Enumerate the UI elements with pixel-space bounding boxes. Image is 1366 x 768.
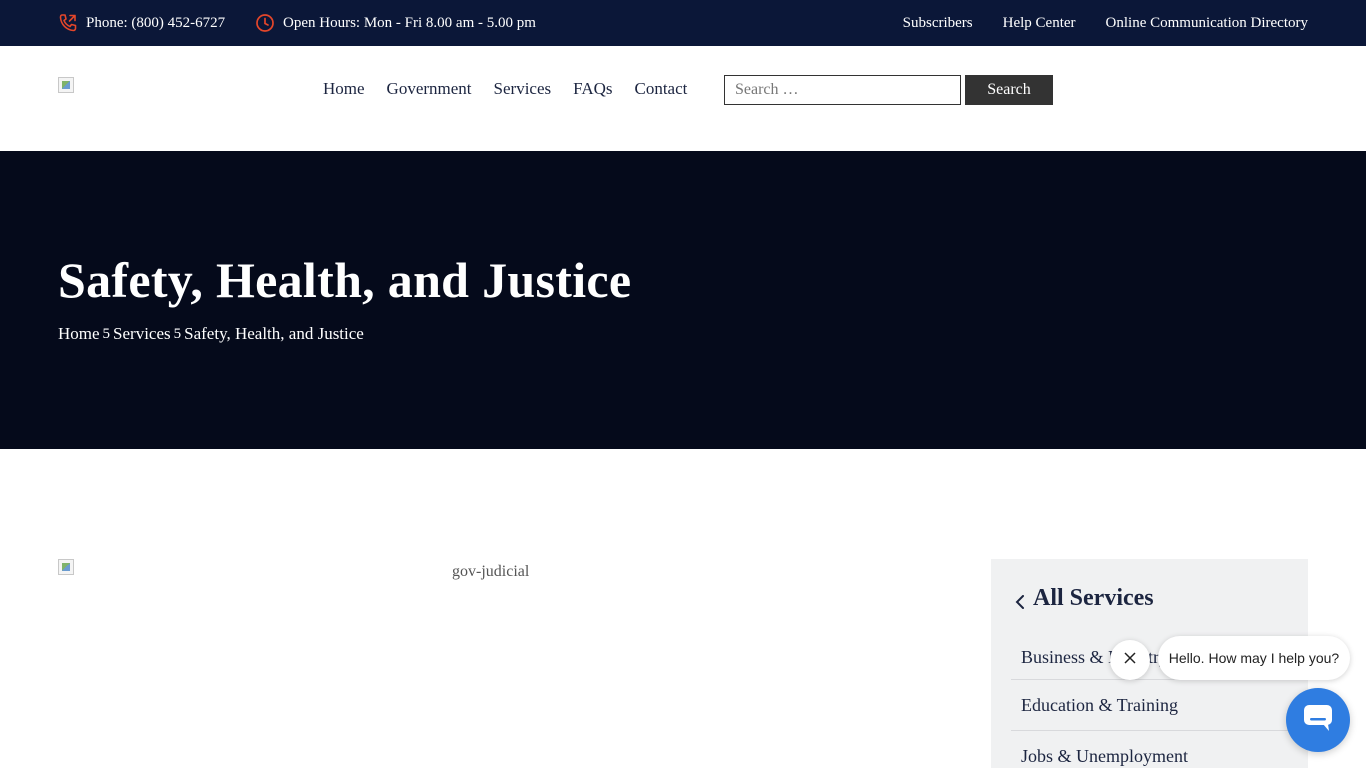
- nav-contact[interactable]: Contact: [635, 79, 688, 99]
- nav-government[interactable]: Government: [387, 79, 472, 99]
- breadcrumb-services[interactable]: Services: [113, 324, 171, 344]
- chevron-left-icon: [1015, 594, 1025, 609]
- site-header: Home Government Services FAQs Contact Se…: [0, 46, 1366, 151]
- subscribers-link[interactable]: Subscribers: [903, 15, 973, 32]
- site-logo[interactable]: [58, 77, 74, 93]
- sidebar-item-education[interactable]: Education & Training: [1011, 680, 1288, 731]
- help-center-link[interactable]: Help Center: [1003, 15, 1076, 32]
- nav-faqs[interactable]: FAQs: [573, 79, 612, 99]
- page-hero: Safety, Health, and Justice Home 5 Servi…: [0, 151, 1366, 449]
- nav-services[interactable]: Services: [494, 79, 552, 99]
- chat-close-button[interactable]: [1110, 640, 1150, 680]
- broken-image-icon: [58, 559, 74, 575]
- all-services-link[interactable]: All Services: [1015, 585, 1154, 612]
- chat-icon: [1303, 704, 1333, 737]
- image-alt-text: gov-judicial: [452, 563, 530, 580]
- breadcrumb-current: Safety, Health, and Justice: [184, 324, 364, 343]
- page-title: Safety, Health, and Justice: [58, 252, 632, 308]
- communication-directory-link[interactable]: Online Communication Directory: [1106, 15, 1308, 32]
- top-bar: Phone: (800) 452-6727 Open Hours: Mon - …: [0, 0, 1366, 46]
- hours-text: Open Hours: Mon - Fri 8.00 am - 5.00 pm: [283, 14, 536, 31]
- top-links: Subscribers Help Center Online Communica…: [903, 0, 1308, 46]
- breadcrumb-separator: 5: [102, 325, 111, 342]
- search-input[interactable]: [724, 75, 961, 105]
- phone-info: Phone: (800) 452-6727: [58, 0, 225, 46]
- phone-icon: [58, 13, 78, 33]
- phone-text: Phone: (800) 452-6727: [86, 14, 226, 31]
- chat-greeting[interactable]: Hello. How may I help you?: [1158, 636, 1350, 680]
- service-image: gov-judicial: [58, 559, 928, 768]
- main-nav: Home Government Services FAQs Contact: [323, 46, 687, 132]
- close-icon: [1124, 651, 1136, 669]
- chat-message: Hello. How may I help you?: [1168, 650, 1340, 666]
- nav-home[interactable]: Home: [323, 79, 365, 99]
- chat-launcher-button[interactable]: [1286, 688, 1350, 752]
- sidebar-title: All Services: [1033, 585, 1154, 611]
- search-button[interactable]: Search: [965, 75, 1053, 105]
- breadcrumb-separator: 5: [173, 325, 182, 342]
- clock-icon: [255, 13, 275, 33]
- hours-info: Open Hours: Mon - Fri 8.00 am - 5.00 pm: [255, 0, 536, 46]
- breadcrumb: Home 5 Services 5 Safety, Health, and Ju…: [58, 324, 364, 344]
- sidebar-item-jobs[interactable]: Jobs & Unemployment: [1011, 731, 1288, 768]
- breadcrumb-home[interactable]: Home: [58, 324, 100, 344]
- search-form: Search: [724, 75, 1053, 105]
